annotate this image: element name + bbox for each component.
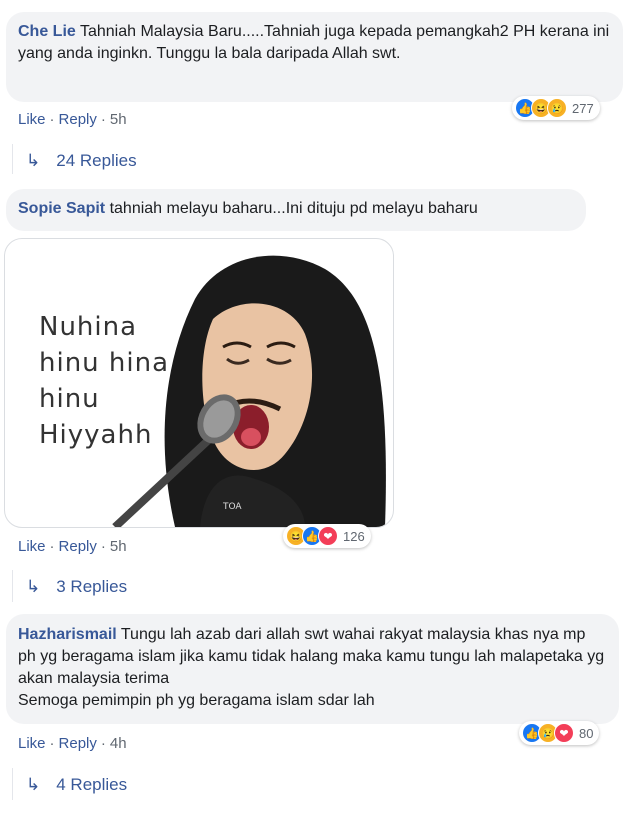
reaction-count: 277: [572, 100, 594, 116]
reply-link[interactable]: Reply: [59, 111, 97, 128]
reply-arrow-icon: ↳: [26, 775, 41, 794]
thread-line: [12, 144, 13, 174]
reaction-summary[interactable]: 👍 😆 😢 277: [512, 96, 600, 120]
shirt-logo: TOA: [222, 502, 242, 512]
meme-line: hinu hina: [39, 348, 170, 378]
comment-actions: Like · Reply · 5h: [18, 538, 127, 555]
comment-time[interactable]: 5h: [110, 111, 127, 128]
meme-line: hinu: [39, 384, 100, 414]
comment-time[interactable]: 5h: [110, 538, 127, 555]
comment-time[interactable]: 4h: [110, 735, 127, 752]
reaction-count: 126: [343, 528, 365, 544]
comment-actions: Like · Reply · 5h: [18, 111, 127, 128]
comment-author[interactable]: Che Lie: [18, 23, 76, 40]
like-link[interactable]: Like: [18, 111, 46, 128]
reaction-summary[interactable]: 👍 😢 ❤ 80: [519, 721, 600, 745]
comment-actions: Like · Reply · 4h: [18, 735, 127, 752]
thread-line: [12, 768, 13, 800]
reply-link[interactable]: Reply: [59, 735, 97, 752]
reaction-summary[interactable]: 😆 👍 ❤ 126: [283, 524, 371, 548]
view-replies-link[interactable]: ↳ 4 Replies: [26, 775, 127, 795]
replies-count: 4 Replies: [56, 775, 128, 794]
comment-author[interactable]: Sopie Sapit: [18, 200, 105, 217]
view-replies-link[interactable]: ↳ 24 Replies: [26, 151, 137, 171]
meme-line: Nuhina: [39, 312, 138, 342]
comment-text-line: Semoga pemimpin ph yg beragama islam sda…: [18, 692, 375, 709]
reply-link[interactable]: Reply: [59, 538, 97, 555]
meme-caption: Nuhina hinu hina hinu Hiyyahh: [39, 309, 169, 453]
comment-text: Tahniah Malaysia Baru.....Tahniah juga k…: [18, 23, 610, 62]
reaction-count: 80: [579, 725, 594, 741]
like-link[interactable]: Like: [18, 538, 46, 555]
meme-image[interactable]: TOA Nuhina hinu hina hinu Hiyyahh: [4, 238, 394, 528]
comment-text: tahniah melayu baharu...Ini dituju pd me…: [109, 200, 478, 217]
replies-count: 24 Replies: [56, 151, 137, 170]
replies-count: 3 Replies: [56, 577, 128, 596]
reply-arrow-icon: ↳: [26, 577, 41, 596]
comment-bubble: Hazharismail Tungu lah azab dari allah s…: [6, 614, 619, 724]
view-replies-link[interactable]: ↳ 3 Replies: [26, 577, 127, 597]
comment-author[interactable]: Hazharismail: [18, 626, 117, 643]
reply-arrow-icon: ↳: [26, 151, 41, 170]
love-reaction-icon: ❤: [318, 526, 338, 546]
thread-line: [12, 570, 13, 602]
sad-reaction-icon: 😢: [547, 98, 567, 118]
meme-line: Hiyyahh: [39, 420, 153, 450]
love-reaction-icon: ❤: [554, 723, 574, 743]
comment-bubble: Sopie Sapit tahniah melayu baharu...Ini …: [6, 189, 586, 231]
like-link[interactable]: Like: [18, 735, 46, 752]
comment-bubble: Che Lie Tahniah Malaysia Baru.....Tahnia…: [6, 12, 623, 102]
